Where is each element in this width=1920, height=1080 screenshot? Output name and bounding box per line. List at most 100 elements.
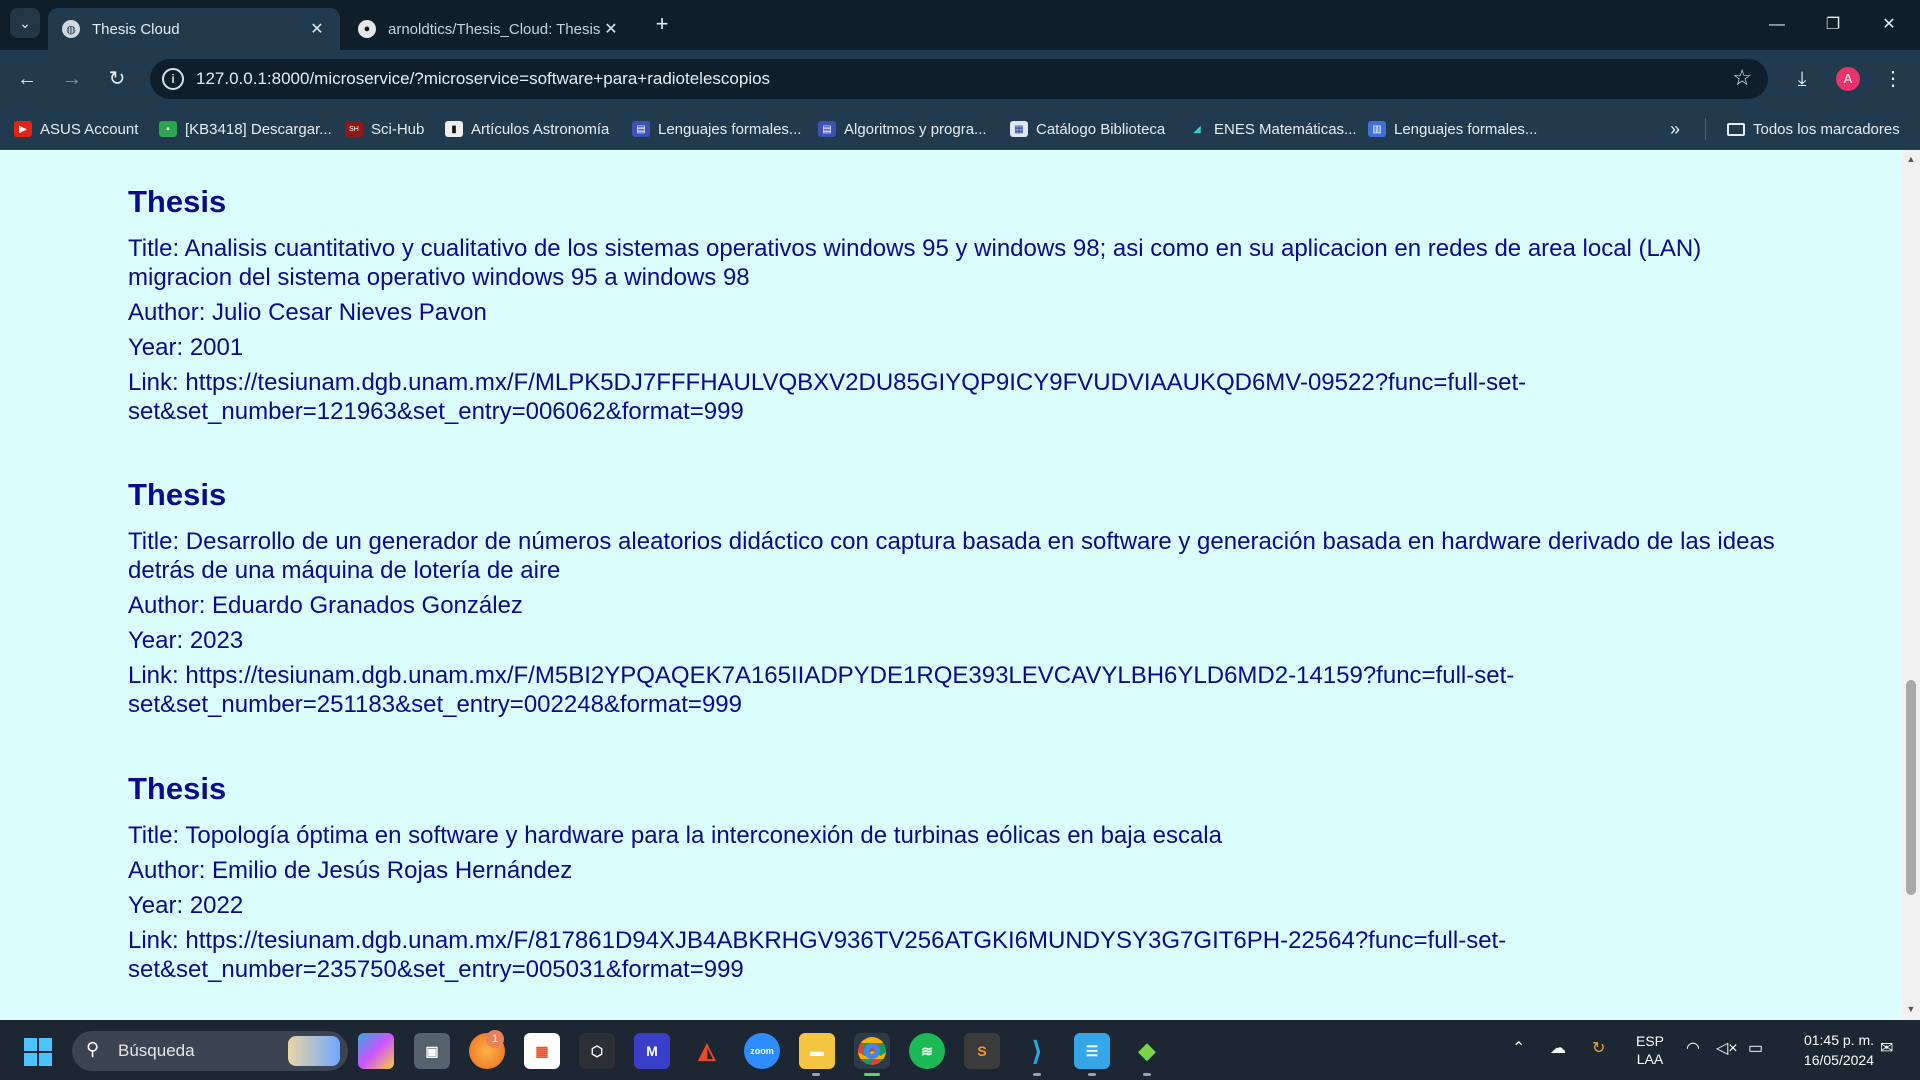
thesis-heading: Thesis xyxy=(128,477,227,512)
spotify-icon[interactable]: ≋ xyxy=(909,1033,945,1069)
onedrive-icon[interactable]: ☁ xyxy=(1550,1038,1566,1058)
chrome-icon[interactable] xyxy=(854,1033,890,1069)
back-button[interactable]: ← xyxy=(12,64,42,94)
thesis-title: Title: Desarrollo de un generador de núm… xyxy=(128,528,1775,584)
sci-hub-icon: SH xyxy=(345,121,363,137)
bookmark-articulos-astronomia[interactable]: ▮ Artículos Astronomía xyxy=(445,117,609,141)
youtube-icon: ▶ xyxy=(14,121,32,137)
clock-date: 16/05/2024 xyxy=(1803,1052,1874,1068)
browser-toolbar: ← → ↻ i 127.0.0.1:8000/microservice/?mic… xyxy=(0,50,1920,108)
enes-icon: ◢ xyxy=(1193,123,1201,135)
course-icon: ▤ xyxy=(818,121,836,137)
bookmark-star-icon[interactable]: ☆ xyxy=(1732,65,1752,91)
bookmark-sci-hub[interactable]: SH Sci-Hub xyxy=(345,117,424,141)
scroll-thumb[interactable] xyxy=(1906,680,1916,895)
thesis-link[interactable]: Link: https://tesiunam.dgb.unam.mx/F/817… xyxy=(128,926,1788,984)
thesis-entry: Thesis Title: Analisis cuantitativo y cu… xyxy=(128,184,1788,432)
menu-icon[interactable]: ⋮ xyxy=(1878,64,1908,94)
chevron-up-icon[interactable]: ⌃ xyxy=(1512,1038,1525,1058)
page-scrollbar[interactable]: ▲ ▼ xyxy=(1902,150,1920,1020)
bookmark-label: Catálogo Biblioteca xyxy=(1036,120,1166,138)
sublime-text-icon[interactable]: S xyxy=(964,1033,1000,1069)
task-view-icon[interactable]: ▣ xyxy=(414,1033,450,1069)
bookmark-label: ASUS Account xyxy=(40,120,139,138)
close-tab-icon[interactable]: ✕ xyxy=(602,19,620,39)
thesis-year: Year: 2001 xyxy=(128,334,244,361)
bookmark-label: ENES Matemáticas... xyxy=(1214,120,1357,138)
course-icon: ▥ xyxy=(1368,121,1386,137)
site-info-icon[interactable]: i xyxy=(162,68,184,90)
thesis-link[interactable]: Link: https://tesiunam.dgb.unam.mx/F/M5B… xyxy=(128,661,1788,719)
thesis-year: Year: 2022 xyxy=(128,892,244,919)
close-tab-icon[interactable]: ✕ xyxy=(308,19,326,39)
clock-time: 01:45 p. m. xyxy=(1803,1032,1874,1048)
more-bookmarks-icon[interactable]: » xyxy=(1670,117,1680,141)
language-code: ESP xyxy=(1636,1033,1665,1049)
github-icon: ● xyxy=(358,20,376,38)
running-indicator xyxy=(812,1073,820,1076)
running-indicator xyxy=(1088,1073,1096,1076)
bookmark-algoritmos[interactable]: ▤ Algoritmos y progra... xyxy=(818,117,987,141)
bookmark-lenguajes-formales-2[interactable]: ▥ Lenguajes formales... xyxy=(1368,117,1537,141)
unity-icon[interactable]: ⬡ xyxy=(579,1033,615,1069)
restore-button[interactable]: ❐ xyxy=(1810,10,1856,40)
notifications-icon[interactable]: ✉ xyxy=(1880,1038,1893,1058)
profile-avatar[interactable]: A xyxy=(1836,67,1860,91)
scroll-down-arrow-icon[interactable]: ▼ xyxy=(1902,1004,1920,1014)
notification-badge: 1 xyxy=(486,1030,504,1048)
all-bookmarks-button[interactable]: Todos los marcadores xyxy=(1727,117,1900,141)
scroll-up-arrow-icon[interactable]: ▲ xyxy=(1902,154,1920,164)
thesis-heading: Thesis xyxy=(128,184,227,219)
copilot-icon[interactable] xyxy=(358,1033,394,1069)
battery-icon[interactable]: ▭ xyxy=(1748,1038,1763,1058)
input-language[interactable]: ESP LAA xyxy=(1636,1032,1664,1068)
bookmark-label: Todos los marcadores xyxy=(1753,120,1900,138)
search-placeholder: Búsqueda xyxy=(118,1041,195,1060)
bookmark-label: Lenguajes formales... xyxy=(1394,120,1538,138)
tab-search-button[interactable]: ⌄ xyxy=(10,8,40,38)
close-window-button[interactable]: ✕ xyxy=(1866,10,1912,40)
matlab-icon[interactable]: ◭ xyxy=(689,1033,725,1069)
zoom-icon[interactable]: zoom xyxy=(744,1033,780,1069)
bookmark-enes-matematicas[interactable]: ◢ ENES Matemáticas... xyxy=(1188,117,1357,141)
volume-muted-icon[interactable]: ◁× xyxy=(1716,1038,1738,1058)
bookmark-label: Algoritmos y progra... xyxy=(844,120,987,138)
thesis-entry: Thesis Title: Topología óptima en softwa… xyxy=(128,771,1788,990)
vscode-icon[interactable]: ⟩ xyxy=(1019,1033,1055,1069)
sync-icon[interactable]: ↻ xyxy=(1592,1038,1605,1058)
downloads-icon[interactable]: ⤓ xyxy=(1787,64,1817,94)
system-clock[interactable]: 01:45 p. m. 16/05/2024 xyxy=(1784,1030,1874,1070)
minimize-button[interactable]: — xyxy=(1754,10,1800,40)
file-explorer-icon[interactable]: ▬ xyxy=(799,1033,835,1069)
bookmarks-bar: ▶ ASUS Account ▪ [KB3418] Descargar... S… xyxy=(0,108,1920,150)
reload-button[interactable]: ↻ xyxy=(102,64,132,94)
bookmark-kb3418[interactable]: ▪ [KB3418] Descargar... xyxy=(159,117,332,141)
wifi-icon[interactable]: ◠ xyxy=(1686,1038,1700,1058)
git-gui-icon[interactable]: ◆ xyxy=(1129,1033,1165,1069)
bookmark-catalogo-biblioteca[interactable]: ▦ Catálogo Biblioteca xyxy=(1010,117,1165,141)
thesis-title: Title: Analisis cuantitativo y cualitati… xyxy=(128,235,1702,291)
download-site-icon: ▪ xyxy=(159,121,177,137)
running-indicator xyxy=(1143,1073,1151,1076)
mathpix-icon[interactable]: M xyxy=(634,1033,670,1069)
bookmark-label: Lenguajes formales... xyxy=(658,120,802,138)
windows-taskbar: ⚲ Búsqueda ▣ 1 ▦ ⬡ M ◭ zoom ▬ ≋ S ⟩ ☰ ◆ … xyxy=(0,1020,1920,1080)
bookmark-lenguajes-formales[interactable]: ▤ Lenguajes formales... xyxy=(632,117,801,141)
tab-github[interactable]: ● arnoldtics/Thesis_Cloud: Thesis ✕ xyxy=(344,8,634,50)
chrome-logo xyxy=(858,1037,886,1065)
page-content: Thesis Title: Analisis cuantitativo y cu… xyxy=(0,150,1902,1020)
microsoft-store-icon[interactable]: ▦ xyxy=(524,1033,560,1069)
url-text[interactable]: 127.0.0.1:8000/microservice/?microservic… xyxy=(196,69,770,89)
address-bar[interactable]: i 127.0.0.1:8000/microservice/?microserv… xyxy=(150,59,1768,99)
forward-button[interactable]: → xyxy=(57,64,87,94)
thesis-link[interactable]: Link: https://tesiunam.dgb.unam.mx/F/MLP… xyxy=(128,368,1788,426)
start-button[interactable] xyxy=(24,1038,52,1066)
bookmark-asus-account[interactable]: ▶ ASUS Account xyxy=(14,117,138,141)
tab-thesis-cloud[interactable]: ◍ Thesis Cloud ✕ xyxy=(48,8,340,50)
new-tab-button[interactable]: + xyxy=(648,11,676,39)
thesis-year: Year: 2023 xyxy=(128,627,244,654)
taskbar-search[interactable]: ⚲ Búsqueda xyxy=(72,1031,348,1071)
notepad-icon[interactable]: ☰ xyxy=(1074,1033,1110,1069)
thesis-author: Author: Julio Cesar Nieves Pavon xyxy=(128,299,487,326)
keyboard-layout: LAA xyxy=(1636,1051,1664,1067)
